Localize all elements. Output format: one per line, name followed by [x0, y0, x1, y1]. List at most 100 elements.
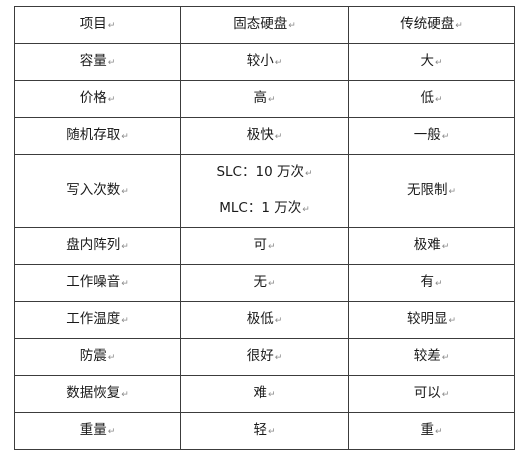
table-cell: 价格↵ [14, 80, 181, 118]
table-cell: 盘内阵列↵ [14, 227, 181, 265]
paragraph-mark-icon: ↵ [267, 427, 276, 437]
table-cell: 工作温度↵ [14, 301, 181, 339]
hdd-value: 大 [420, 53, 434, 69]
paragraph-mark-icon: ↵ [274, 316, 283, 326]
mlc-value: MLC：1 万次 [219, 200, 302, 216]
table-cell: 随机存取↵ [14, 117, 181, 155]
table-cell: 极低↵ [180, 301, 349, 339]
header-ssd-label: 固态硬盘 [233, 16, 288, 32]
table-cell: 较明显↵ [348, 301, 515, 339]
hdd-value: 低 [420, 90, 434, 106]
ssd-value: 极低 [246, 311, 274, 327]
ssd-value: 高 [253, 90, 267, 106]
row-item-label: 价格 [79, 90, 107, 106]
hdd-value: 较明显 [406, 311, 448, 327]
table-row: 容量↵ 较小↵ 大↵ [14, 43, 515, 81]
paragraph-mark-icon: ↵ [274, 132, 283, 142]
table-row: 重量↵ 轻↵ 重↵ [14, 412, 515, 450]
table-cell: 数据恢复↵ [14, 375, 181, 413]
ssd-value: 较小 [246, 53, 274, 69]
ssd-value: 极快 [246, 127, 274, 143]
ssd-value: 很好 [246, 348, 274, 364]
paragraph-mark-icon: ↵ [441, 242, 450, 252]
paragraph-mark-icon: ↵ [441, 353, 450, 363]
table-row: 盘内阵列↵ 可↵ 极难↵ [14, 227, 515, 265]
header-item-label: 项目 [79, 16, 107, 32]
row-item-label: 写入次数 [66, 182, 121, 198]
table-cell: 防震↵ [14, 338, 181, 376]
paragraph-mark-icon: ↵ [448, 316, 457, 326]
table-cell: 重量↵ [14, 412, 181, 450]
page: 项目↵ 固态硬盘↵ 传统硬盘↵ 容量↵ 较小↵ 大↵ 价格↵ 高↵ 低↵ 随机存… [0, 0, 525, 463]
row-item-label: 防震 [79, 348, 107, 364]
paragraph-mark-icon: ↵ [441, 132, 450, 142]
header-cell: 项目↵ [14, 6, 181, 44]
table-cell: 很好↵ [180, 338, 349, 376]
row-item-label: 随机存取 [66, 127, 121, 143]
table-row: 随机存取↵ 极快↵ 一般↵ [14, 117, 515, 155]
ssd-value: 可 [253, 237, 267, 253]
paragraph-mark-icon: ↵ [267, 242, 276, 252]
paragraph-mark-icon: ↵ [274, 58, 283, 68]
hdd-value: 有 [420, 274, 434, 290]
paragraph-mark-icon: ↵ [121, 187, 129, 197]
table-row: 防震↵ 很好↵ 较差↵ [14, 338, 515, 376]
paragraph-mark-icon: ↵ [455, 21, 463, 31]
paragraph-mark-icon: ↵ [267, 390, 276, 400]
table-cell: 工作噪音↵ [14, 264, 181, 302]
table-cell: 无限制↵ [348, 154, 515, 228]
paragraph-mark-icon: ↵ [448, 187, 457, 197]
table-cell: 高↵ [180, 80, 349, 118]
paragraph-mark-icon: ↵ [267, 95, 276, 105]
table-row: 工作噪音↵ 无↵ 有↵ [14, 264, 515, 302]
row-item-label: 工作温度 [66, 311, 121, 327]
table-cell: 可↵ [180, 227, 349, 265]
header-cell: 固态硬盘↵ [180, 6, 349, 44]
hdd-value: 可以 [413, 385, 441, 401]
table-cell: 容量↵ [14, 43, 181, 81]
paragraph-mark-icon: ↵ [121, 132, 129, 142]
ssd-value: 难 [253, 385, 267, 401]
table-row: 价格↵ 高↵ 低↵ [14, 80, 515, 118]
table-row: 写入次数↵ SLC：10 万次↵ MLC：1 万次↵ 无限制↵ [14, 154, 515, 228]
ssd-value-line: MLC：1 万次↵ [181, 199, 348, 219]
row-item-label: 重量 [79, 422, 107, 438]
paragraph-mark-icon: ↵ [441, 390, 450, 400]
hdd-value: 重 [420, 422, 434, 438]
table-cell: 有↵ [348, 264, 515, 302]
table-row: 数据恢复↵ 难↵ 可以↵ [14, 375, 515, 413]
paragraph-mark-icon: ↵ [121, 279, 129, 289]
paragraph-mark-icon: ↵ [107, 427, 116, 437]
table-cell: 轻↵ [180, 412, 349, 450]
paragraph-mark-icon: ↵ [107, 95, 116, 105]
slc-value: SLC：10 万次 [216, 164, 304, 180]
hdd-value: 无限制 [406, 182, 448, 198]
ssd-value-line: SLC：10 万次↵ [181, 163, 348, 183]
paragraph-mark-icon: ↵ [121, 316, 129, 326]
hdd-value: 极难 [413, 237, 441, 253]
paragraph-mark-icon: ↵ [107, 58, 116, 68]
comparison-table: 项目↵ 固态硬盘↵ 传统硬盘↵ 容量↵ 较小↵ 大↵ 价格↵ 高↵ 低↵ 随机存… [14, 6, 515, 450]
table-cell: 极难↵ [348, 227, 515, 265]
hdd-value: 一般 [413, 127, 441, 143]
table-cell: 较差↵ [348, 338, 515, 376]
ssd-value: 轻 [253, 422, 267, 438]
paragraph-mark-icon: ↵ [107, 353, 116, 363]
paragraph-mark-icon: ↵ [434, 279, 443, 289]
row-item-label: 盘内阵列 [66, 237, 121, 253]
row-item-label: 容量 [79, 53, 107, 69]
paragraph-mark-icon: ↵ [434, 58, 443, 68]
table-cell: 较小↵ [180, 43, 349, 81]
table-header-row: 项目↵ 固态硬盘↵ 传统硬盘↵ [14, 6, 515, 44]
table-row: 工作温度↵ 极低↵ 较明显↵ [14, 301, 515, 339]
ssd-value: 无 [253, 274, 267, 290]
table-cell: 可以↵ [348, 375, 515, 413]
paragraph-mark-icon: ↵ [434, 95, 443, 105]
paragraph-mark-icon: ↵ [121, 242, 129, 252]
table-cell: 低↵ [348, 80, 515, 118]
paragraph-mark-icon: ↵ [274, 353, 283, 363]
row-item-label: 工作噪音 [66, 274, 121, 290]
table-cell: SLC：10 万次↵ MLC：1 万次↵ [180, 154, 349, 228]
table-cell: 大↵ [348, 43, 515, 81]
table-cell: 一般↵ [348, 117, 515, 155]
